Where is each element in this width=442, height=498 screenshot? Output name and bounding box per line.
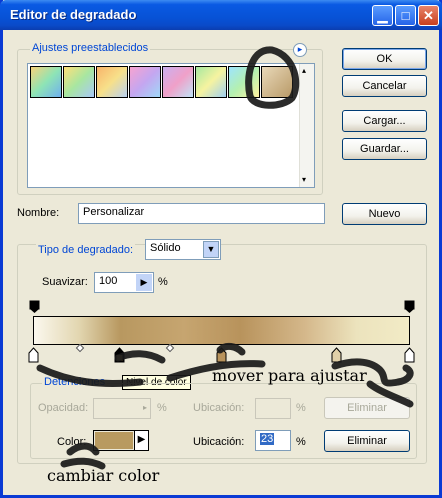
- maximize-icon: □: [401, 8, 410, 23]
- minimize-icon: ▁: [377, 8, 388, 23]
- preset-swatch-list: ▴ ▾: [27, 63, 315, 188]
- close-button[interactable]: ✕: [418, 5, 439, 26]
- color-location-value: 23: [260, 433, 275, 445]
- presets-menu-button[interactable]: ▸: [293, 43, 307, 57]
- color-stop-3[interactable]: [331, 347, 342, 363]
- opacity-location-unit: %: [296, 402, 306, 414]
- opacity-input[interactable]: ▸: [93, 398, 151, 419]
- color-stop-4[interactable]: [404, 347, 415, 363]
- color-location-label: Ubicación:: [193, 436, 245, 448]
- delete-opacity-stop-button[interactable]: Eliminar: [324, 397, 410, 419]
- color-location-input[interactable]: 23: [255, 430, 291, 451]
- stops-legend: Detenciones: [42, 376, 108, 388]
- close-icon: ✕: [423, 8, 434, 23]
- ok-button[interactable]: OK: [342, 48, 427, 70]
- opacity-stop-right[interactable]: [404, 300, 415, 314]
- arrow-right-icon: ▸: [297, 44, 303, 54]
- opacity-unit: %: [157, 402, 167, 414]
- gradient-type-select[interactable]: Sólido ▼: [145, 239, 221, 260]
- preset-swatch[interactable]: [228, 66, 260, 98]
- maximize-button[interactable]: □: [395, 5, 416, 26]
- color-label: Color:: [57, 436, 87, 448]
- cancel-button[interactable]: Cancelar: [342, 75, 427, 97]
- preset-swatch[interactable]: [96, 66, 128, 98]
- smoothness-input[interactable]: 100 ▶: [94, 272, 154, 293]
- save-button[interactable]: Guardar...: [342, 138, 427, 160]
- annotation-change-color: cambiar color: [47, 466, 160, 485]
- name-label: Nombre:: [17, 207, 60, 219]
- gradient-preview-bar[interactable]: [33, 316, 410, 345]
- color-location-unit: %: [296, 436, 306, 448]
- smoothness-unit: %: [158, 276, 168, 288]
- preset-swatch[interactable]: [195, 66, 227, 98]
- color-stop-0[interactable]: [28, 347, 39, 363]
- opacity-location-input[interactable]: [255, 398, 291, 419]
- scroll-up-icon[interactable]: ▴: [302, 66, 312, 76]
- opacity-stop-left[interactable]: [29, 300, 40, 314]
- presets-legend: Ajustes preestablecidos: [30, 42, 151, 54]
- preset-swatch[interactable]: [30, 66, 62, 98]
- arrow-right-icon[interactable]: ▶: [134, 431, 148, 450]
- new-button[interactable]: Nuevo: [342, 203, 427, 225]
- preset-swatch[interactable]: [162, 66, 194, 98]
- window-title: Editor de degradado: [10, 7, 137, 22]
- gradient-type-label: Tipo de degradado:: [36, 244, 135, 256]
- smoothness-label: Suavizar:: [42, 276, 88, 288]
- smoothness-value: 100: [99, 275, 118, 287]
- title-bar[interactable]: Editor de degradado ▁ □ ✕: [0, 0, 442, 30]
- scroll-down-icon[interactable]: ▾: [302, 175, 312, 185]
- opacity-location-label: Ubicación:: [193, 402, 245, 414]
- chevron-down-icon[interactable]: ▼: [203, 241, 219, 258]
- color-stop-2[interactable]: [216, 347, 227, 363]
- annotation-move-to-adjust: mover para ajustar: [212, 366, 367, 385]
- arrow-right-icon[interactable]: ▶: [136, 274, 152, 291]
- gradient-type-value: Sólido: [150, 242, 181, 254]
- opacity-label: Opacidad:: [38, 402, 89, 414]
- color-stop-selected[interactable]: [114, 347, 125, 363]
- color-swatch: [95, 432, 133, 449]
- preset-swatch[interactable]: [261, 66, 293, 98]
- preset-swatch[interactable]: [129, 66, 161, 98]
- minimize-button[interactable]: ▁: [372, 5, 393, 26]
- color-swatch-button[interactable]: ▶: [93, 430, 149, 451]
- arrow-right-icon: ▸: [142, 403, 147, 412]
- scrollbar[interactable]: ▴ ▾: [299, 64, 314, 187]
- preset-swatch[interactable]: [63, 66, 95, 98]
- name-input[interactable]: Personalizar: [78, 203, 325, 224]
- load-button[interactable]: Cargar...: [342, 110, 427, 132]
- delete-color-stop-button[interactable]: Eliminar: [324, 430, 410, 452]
